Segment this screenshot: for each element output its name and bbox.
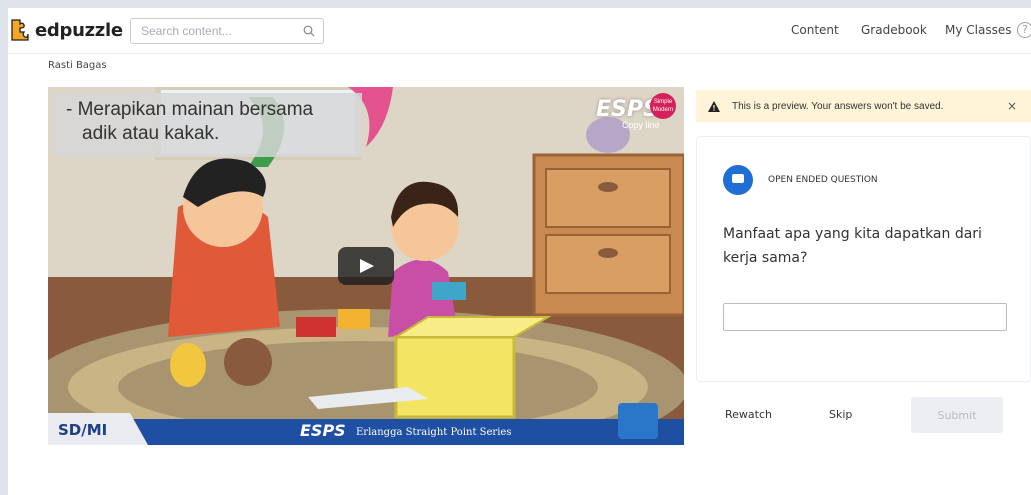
video-player[interactable]: - Merapikan mainan bersama adik atau kak… [48,87,684,445]
video-subtitle: - Merapikan mainan bersama adik atau kak… [54,93,362,157]
logo[interactable]: edpuzzle [8,18,123,42]
answer-input[interactable] [723,303,1007,331]
open-ended-question-icon [723,165,753,195]
video-subtitle-line-2: adik atau kakak. [82,123,220,144]
video-footer-series: Erlangga Straight Point Series [356,427,512,438]
question-card: OPEN ENDED QUESTION Manfaat apa yang kit… [696,136,1031,382]
edpuzzle-page: edpuzzle Content Gradebook My Classes ? … [8,8,1031,495]
esps-watermark-text: ESPS [596,97,659,122]
nav-my-classes-link[interactable]: My Classes [945,23,1011,37]
question-text: Manfaat apa yang kita dapatkan dari kerj… [723,226,982,266]
simple-modern-badge: Simple Modern [650,93,676,119]
esps-watermark-subtext: Copy line [622,120,660,130]
close-icon[interactable]: × [1007,99,1017,113]
video-subtitle-line-1: - Merapikan mainan bersama [66,99,314,120]
student-name: Rasti Bagas [48,60,107,71]
search-box [130,18,324,44]
esps-watermark: ESPS Simple Modern Copy line [596,93,680,130]
question-type-label: OPEN ENDED QUESTION [768,175,878,185]
book-stack-icon [618,403,658,439]
play-button[interactable] [338,247,394,285]
submit-button[interactable]: Submit [911,397,1003,433]
help-icon[interactable]: ? [1017,22,1031,38]
video-footer-brand: ESPS [300,421,346,440]
search-icon[interactable] [303,25,315,37]
preview-banner: This is a preview. Your answers won't be… [696,90,1031,122]
search-input[interactable] [141,24,301,38]
warning-icon [708,100,720,112]
puzzle-logo-icon [11,19,29,41]
rewatch-button[interactable]: Rewatch [725,408,772,421]
top-bar: edpuzzle Content Gradebook My Classes ? [8,8,1031,54]
video-footer-grade-label: SD/MI [58,421,108,439]
logo-wordmark: edpuzzle [35,19,123,41]
nav-content-link[interactable]: Content [791,23,839,37]
skip-button[interactable]: Skip [829,408,852,421]
preview-message: This is a preview. Your answers won't be… [732,100,944,112]
nav-gradebook-link[interactable]: Gradebook [861,23,927,37]
